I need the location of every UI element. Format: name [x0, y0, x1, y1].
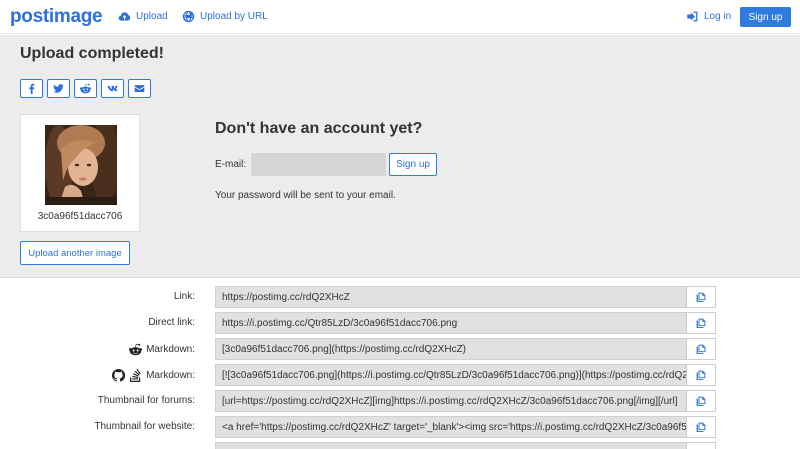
- github-icon: [112, 369, 126, 382]
- image-name: 3c0a96f51dacc706: [37, 211, 123, 222]
- copy-button[interactable]: [686, 364, 716, 386]
- copy-button[interactable]: [686, 338, 716, 360]
- link-row-partial: [0, 442, 800, 449]
- account-signup-button[interactable]: Sign up: [389, 153, 437, 176]
- nav-upload-url-label: Upload by URL: [200, 11, 268, 22]
- account-heading: Don't have an account yet?: [215, 120, 423, 137]
- link-field[interactable]: [3c0a96f51dacc706.png](https://postimg.c…: [215, 338, 686, 360]
- link-row-markdown-reddit: Markdown: [3c0a96f51dacc706.png](https:/…: [0, 338, 800, 360]
- link-row-markdown-github: Markdown: [![3c0a96f51dacc706.png](https…: [0, 364, 800, 386]
- link-row-label: Markdown:: [129, 343, 195, 356]
- upload-another-button[interactable]: Upload another image: [20, 241, 130, 265]
- link-field[interactable]: https://i.postimg.cc/Qtr85LzD/3c0a96f51d…: [215, 312, 686, 334]
- copy-button[interactable]: [686, 442, 716, 449]
- stackoverflow-icon: [130, 369, 141, 382]
- copy-button[interactable]: [686, 390, 716, 412]
- link-field[interactable]: [![3c0a96f51dacc706.png](https://i.posti…: [215, 364, 686, 386]
- copy-icon: [696, 422, 706, 432]
- link-row-direct-link: Direct link: https://i.postimg.cc/Qtr85L…: [0, 312, 800, 334]
- uploaded-image-thumbnail[interactable]: [45, 125, 117, 205]
- share-email-button[interactable]: [128, 79, 151, 98]
- password-note: Your password will be sent to your email…: [215, 190, 396, 201]
- share-facebook-button[interactable]: [20, 79, 43, 98]
- link-row-label: Link:: [173, 291, 195, 302]
- share-buttons: [20, 79, 151, 98]
- copy-button[interactable]: [686, 286, 716, 308]
- reddit-icon: [80, 83, 91, 94]
- share-vk-button[interactable]: [101, 79, 124, 98]
- sign-in-icon: [687, 11, 698, 22]
- vk-icon: [107, 85, 118, 92]
- link-field[interactable]: <a href='https://postimg.cc/rdQ2XHcZ' ta…: [215, 416, 686, 438]
- email-label: E-mail:: [215, 159, 247, 170]
- nav-login-label: Log in: [704, 11, 732, 22]
- link-row-label: Thumbnail for website:: [94, 421, 195, 432]
- copy-icon: [696, 292, 706, 302]
- email-icon: [134, 85, 145, 92]
- copy-icon: [696, 370, 706, 380]
- nav-upload-url-link[interactable]: Upload by URL: [182, 10, 268, 23]
- link-row-thumbnail-website: Thumbnail for website: <a href='https://…: [0, 416, 800, 438]
- reddit-icon: [129, 343, 143, 356]
- copy-button[interactable]: [686, 416, 716, 438]
- uploaded-image-card: 3c0a96f51dacc706: [20, 114, 140, 232]
- copy-icon: [696, 396, 706, 406]
- copy-icon: [696, 318, 706, 328]
- share-reddit-button[interactable]: [74, 79, 97, 98]
- link-row-thumbnail-forums: Thumbnail for forums: [url=https://posti…: [0, 390, 800, 412]
- link-field[interactable]: [215, 442, 686, 449]
- facebook-icon: [29, 83, 35, 94]
- nav-upload-label: Upload: [136, 11, 168, 22]
- link-field[interactable]: https://postimg.cc/rdQ2XHcZ: [215, 286, 686, 308]
- postimage-logo[interactable]: postimage: [10, 6, 103, 28]
- nav-upload-link[interactable]: Upload: [118, 10, 168, 23]
- link-row-label: Thumbnail for forums:: [97, 395, 195, 406]
- page-title: Upload completed!: [20, 45, 165, 62]
- link-row-label: Markdown:: [112, 369, 195, 382]
- upload-result-panel: Upload completed! 3c0a96f51dacc706 Uploa…: [0, 35, 800, 278]
- globe-icon: [182, 10, 195, 23]
- link-row-link: Link: https://postimg.cc/rdQ2XHcZ: [0, 286, 800, 308]
- uploaded-photo: [45, 125, 117, 205]
- link-row-label: Direct link:: [148, 317, 195, 328]
- nav-login-link[interactable]: Log in: [686, 10, 731, 23]
- copy-button[interactable]: [686, 312, 716, 334]
- top-navbar: postimage Upload Upload by URL Log in Si…: [0, 0, 800, 34]
- share-twitter-button[interactable]: [47, 79, 70, 98]
- twitter-icon: [53, 84, 64, 93]
- link-field[interactable]: [url=https://postimg.cc/rdQ2XHcZ][img]ht…: [215, 390, 686, 412]
- cloud-upload-icon: [118, 12, 131, 21]
- copy-icon: [696, 344, 706, 354]
- email-input[interactable]: [251, 153, 386, 176]
- nav-signup-button[interactable]: Sign up: [740, 7, 791, 27]
